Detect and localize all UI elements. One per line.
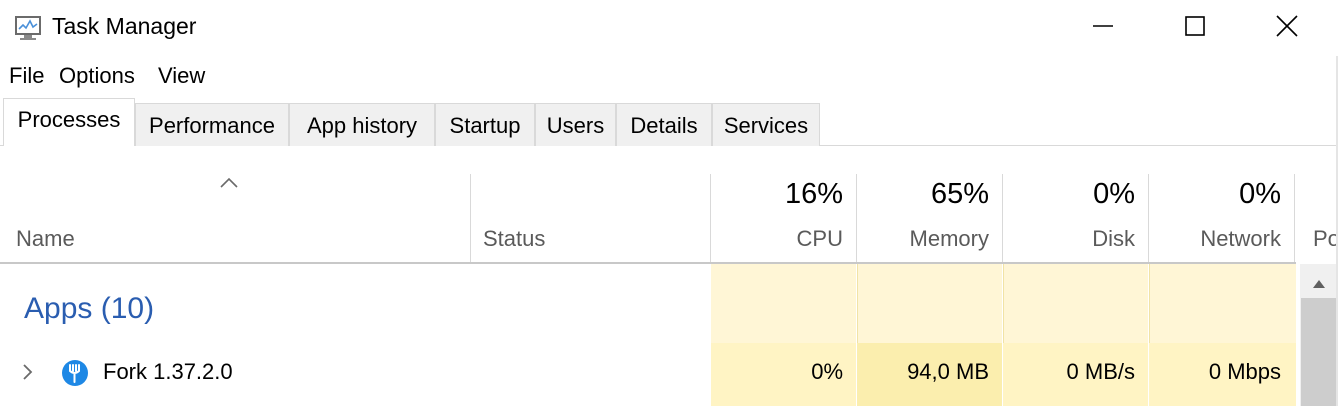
minimize-icon	[1093, 16, 1113, 41]
cpu-cell	[711, 264, 856, 343]
tab-startup[interactable]: Startup	[435, 103, 535, 146]
chevron-right-icon[interactable]	[22, 363, 34, 386]
tab-details[interactable]: Details	[616, 103, 712, 146]
maximize-button[interactable]	[1148, 0, 1242, 56]
column-power-label: Po	[1313, 226, 1336, 251]
column-header-network[interactable]: 0% Network	[1149, 146, 1294, 262]
column-disk-label: Disk	[1092, 226, 1135, 251]
column-header-name[interactable]: Name	[0, 146, 470, 262]
tab-app-history[interactable]: App history	[289, 103, 435, 146]
menu-options[interactable]: Options	[59, 63, 135, 89]
disk-cell: 0 MB/s	[1003, 343, 1148, 406]
minimize-button[interactable]	[1056, 0, 1150, 56]
column-header-memory[interactable]: 65% Memory	[857, 146, 1002, 262]
column-name-label: Name	[16, 226, 75, 251]
cpu-cell: 0%	[711, 343, 856, 406]
tab-services[interactable]: Services	[712, 103, 820, 146]
title-bar: Task Manager	[0, 0, 1338, 56]
table-row[interactable]: Fork 1.37.2.0 0% 94,0 MB 0 MB/s 0 Mbps	[0, 343, 1296, 406]
maximize-icon	[1185, 15, 1205, 41]
network-cell: 0 Mbps	[1149, 343, 1296, 406]
tab-performance[interactable]: Performance	[135, 103, 289, 146]
close-button[interactable]	[1240, 0, 1334, 56]
column-header-cpu[interactable]: 16% CPU	[711, 146, 856, 262]
column-memory-label: Memory	[909, 226, 989, 251]
memory-value: 94,0 MB	[907, 359, 989, 384]
disk-cell	[1003, 264, 1148, 343]
scroll-up-arrow-icon[interactable]	[1312, 276, 1326, 294]
group-title: Apps (10)	[24, 292, 155, 325]
column-status-label: Status	[483, 226, 546, 251]
group-header-apps[interactable]: Apps (10)	[0, 264, 1296, 343]
tab-strip: Processes Performance App history Startu…	[0, 96, 1338, 146]
disk-total-percent: 0%	[1093, 178, 1135, 210]
network-value: 0 Mbps	[1208, 359, 1281, 384]
column-header-status[interactable]: Status	[471, 146, 710, 262]
vertical-scrollbar[interactable]	[1300, 264, 1338, 406]
process-name: Fork 1.37.2.0	[103, 359, 233, 384]
column-header-power[interactable]: Po	[1295, 146, 1336, 262]
task-manager-icon	[14, 15, 44, 41]
menu-file[interactable]: File	[9, 63, 44, 89]
cpu-total-percent: 16%	[784, 178, 843, 210]
disk-value: 0 MB/s	[1066, 359, 1135, 384]
column-header-row: Name Status 16% CPU 65% Memory 0% Disk 0…	[0, 146, 1336, 264]
menu-view[interactable]: View	[158, 63, 205, 89]
close-icon	[1276, 14, 1298, 42]
tab-users[interactable]: Users	[535, 103, 616, 146]
window-title: Task Manager	[52, 13, 197, 39]
tab-processes[interactable]: Processes	[3, 98, 135, 146]
column-cpu-label: CPU	[796, 226, 843, 251]
memory-cell: 94,0 MB	[857, 343, 1002, 406]
menu-bar: File Options View	[0, 56, 1338, 96]
memory-cell	[857, 264, 1002, 343]
network-total-percent: 0%	[1239, 178, 1281, 210]
column-header-disk[interactable]: 0% Disk	[1003, 146, 1148, 262]
fork-icon	[61, 359, 89, 387]
column-network-label: Network	[1200, 226, 1281, 251]
network-cell	[1149, 264, 1296, 343]
scrollbar-thumb[interactable]	[1301, 298, 1337, 406]
cpu-value: 0%	[811, 359, 843, 384]
memory-total-percent: 65%	[930, 178, 989, 210]
